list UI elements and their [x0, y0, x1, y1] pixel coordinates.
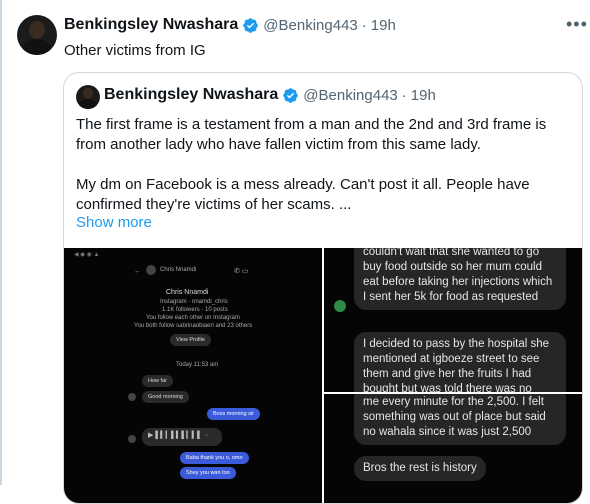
author-avatar[interactable] [17, 15, 57, 55]
quoted-paragraph-1: The first frame is a testament from a ma… [76, 116, 547, 153]
msg-how-far: How far [142, 375, 173, 387]
author-handle[interactable]: @Benking443 [263, 17, 357, 34]
verified-badge-icon [283, 87, 299, 103]
profile-sub-2: 1.1K followers · 10 posts [162, 307, 228, 313]
sender-avatar [334, 300, 346, 312]
voice-note-waveform-icon: ▶ ▌▍▎▌▍▌▎▍▌ ·· [142, 428, 222, 446]
verified-badge-icon [243, 17, 259, 33]
dot-separator: · [401, 86, 407, 104]
quoted-tweet[interactable]: Benkingsley Nwashara @Benking443 · 19h T… [63, 72, 583, 504]
timeline-thread-line [0, 0, 2, 485]
msg-shey-you-wan: Shey you wan too [180, 467, 236, 479]
quoted-author-handle: @Benking443 [303, 86, 398, 104]
media-grid[interactable]: ◀ ◆ ◉ ▲ ← Chris Nnamdi ✆ ▭ Chris Nnamdi … [64, 248, 582, 503]
chat-bubble: me every minute for the 2,500. I felt so… [354, 394, 566, 445]
call-icon: ✆ ▭ [234, 268, 249, 275]
msg-good-morning: Good morning [142, 391, 189, 403]
view-profile-button: View Profile [170, 334, 211, 346]
media-frame-1[interactable]: ◀ ◆ ◉ ▲ ← Chris Nnamdi ✆ ▭ Chris Nnamdi … [64, 248, 322, 503]
author-name[interactable]: Benkingsley Nwashara [64, 16, 238, 34]
sender-avatar [128, 435, 136, 443]
quoted-paragraph-2: My dm on Facebook is a mess already. Can… [76, 176, 530, 213]
dot-separator: · [361, 16, 367, 34]
msg-boss-morning: Boss morning sir [207, 408, 260, 420]
quoted-tweet-header: Benkingsley Nwashara @Benking443 · 19h [104, 86, 436, 104]
quoted-author-name: Benkingsley Nwashara [104, 86, 279, 103]
media-frame-2[interactable]: couldn't wait that she wanted to go buy … [324, 248, 582, 392]
tweet-time[interactable]: 19h [371, 17, 396, 34]
quoted-author-avatar [76, 85, 100, 109]
profile-sub-4: You both follow sabrinaobiaeri and 23 ot… [134, 323, 253, 329]
profile-sub-3: You follow each other on Instagram [146, 315, 240, 321]
profile-sub-1: Instagram · nnamdi_chris [160, 299, 228, 305]
contact-header-name: Chris Nnamdi [160, 267, 197, 273]
chat-bubble: I decided to pass by the hospital she me… [354, 332, 566, 392]
quoted-tweet-time: 19h [410, 86, 436, 104]
profile-name: Chris Nnamdi [166, 289, 209, 296]
chat-bubble: couldn't wait that she wanted to go buy … [354, 248, 566, 310]
chat-time-label: Today 11:53 am [176, 362, 219, 368]
msg-baba-thank-you: Baba thank you o, omo [180, 452, 249, 464]
tweet-header: Benkingsley Nwashara @Benking443 · 19h [64, 16, 396, 34]
tweet-text: Other victims from IG [64, 42, 206, 59]
status-bar: ◀ ◆ ◉ ▲ [74, 252, 100, 258]
back-arrow-icon: ← [134, 268, 141, 275]
contact-avatar [146, 265, 156, 275]
show-more-link[interactable]: Show more [76, 214, 152, 231]
chat-bubble: Bros the rest is history [354, 456, 486, 481]
sender-avatar [128, 393, 136, 401]
more-icon[interactable]: ••• [566, 14, 588, 35]
media-frame-3[interactable]: me every minute for the 2,500. I felt so… [324, 394, 582, 503]
